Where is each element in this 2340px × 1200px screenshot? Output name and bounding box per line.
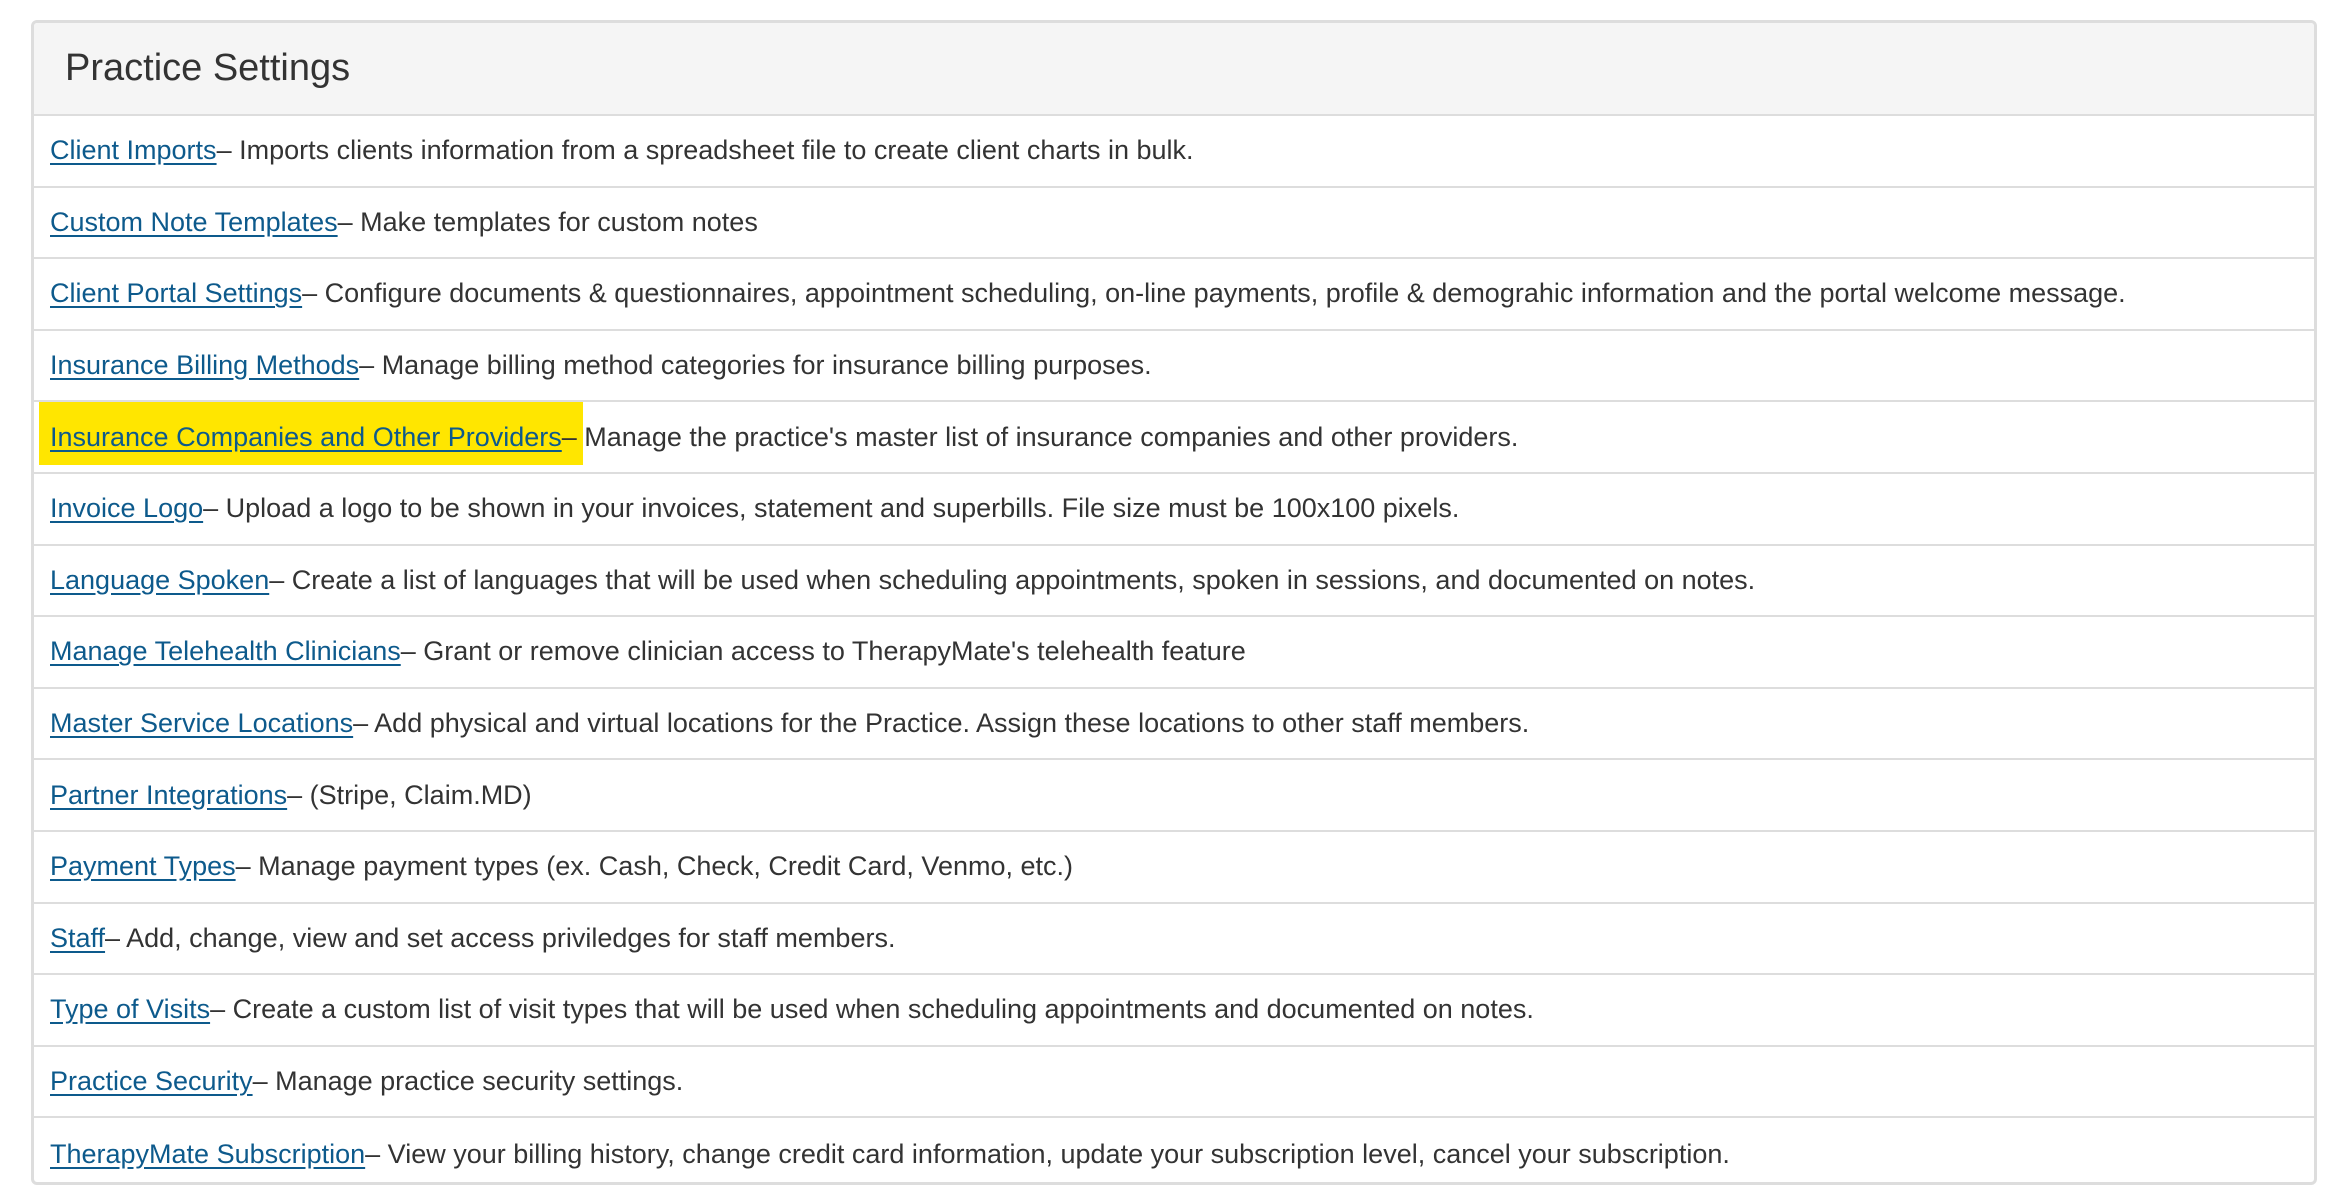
partner-integrations-description: – (Stripe, Claim.MD) — [287, 779, 532, 810]
partner-integrations-link[interactable]: Partner Integrations — [50, 780, 287, 811]
invoice-logo-link[interactable]: Invoice Logo — [50, 493, 203, 524]
panel-heading: Practice Settings — [34, 23, 2314, 116]
settings-list: Client Imports – Imports clients informa… — [34, 116, 2314, 1182]
payment-types-description: – Manage payment types (ex. Cash, Check,… — [235, 851, 1073, 882]
list-item-master-service-locations: Master Service Locations – Add physical … — [34, 689, 2314, 761]
list-item-practice-security: Practice Security – Manage practice secu… — [34, 1047, 2314, 1119]
list-item-staff: Staff – Add, change, view and set access… — [34, 904, 2314, 976]
custom-note-templates-link[interactable]: Custom Note Templates — [50, 207, 338, 238]
language-spoken-link[interactable]: Language Spoken — [50, 565, 269, 596]
insurance-companies-link[interactable]: Insurance Companies and Other Providers — [50, 422, 562, 453]
client-imports-link[interactable]: Client Imports — [50, 135, 217, 166]
list-item-insurance-billing-methods: Insurance Billing Methods – Manage billi… — [34, 331, 2314, 403]
list-item-type-of-visits: Type of Visits – Create a custom list of… — [34, 975, 2314, 1047]
payment-types-link[interactable]: Payment Types — [50, 851, 236, 882]
language-spoken-description: – Create a list of languages that will b… — [269, 564, 1756, 595]
list-item-client-portal-settings: Client Portal Settings – Configure docum… — [34, 259, 2314, 331]
list-item-insurance-companies: Insurance Companies and Other Providers … — [34, 402, 2314, 474]
practice-settings-panel: Practice Settings Client Imports – Impor… — [31, 20, 2317, 1185]
type-of-visits-description: – Create a custom list of visit types th… — [210, 994, 1534, 1025]
list-item-invoice-logo: Invoice Logo – Upload a logo to be shown… — [34, 474, 2314, 546]
client-portal-settings-description: – Configure documents & questionnaires, … — [302, 278, 2126, 309]
practice-security-description: – Manage practice security settings. — [252, 1066, 684, 1097]
client-portal-settings-link[interactable]: Client Portal Settings — [50, 278, 302, 309]
client-imports-description: – Imports clients information from a spr… — [216, 135, 1194, 166]
list-item-client-imports: Client Imports – Imports clients informa… — [34, 116, 2314, 188]
staff-description: – Add, change, view and set access privi… — [105, 922, 896, 953]
list-item-therapymate-subscription: TherapyMate Subscription – View your bil… — [34, 1118, 2314, 1182]
practice-security-link[interactable]: Practice Security — [50, 1066, 253, 1097]
staff-link[interactable]: Staff — [50, 923, 105, 954]
insurance-billing-methods-description: – Manage billing method categories for i… — [359, 350, 1152, 381]
insurance-billing-methods-link[interactable]: Insurance Billing Methods — [50, 350, 359, 381]
telehealth-clinicians-link[interactable]: Manage Telehealth Clinicians — [50, 636, 401, 667]
telehealth-clinicians-description: – Grant or remove clinician access to Th… — [400, 636, 1246, 667]
therapymate-subscription-link[interactable]: TherapyMate Subscription — [50, 1139, 365, 1170]
master-service-locations-description: – Add physical and virtual locations for… — [353, 708, 1530, 739]
list-item-language-spoken: Language Spoken – Create a list of langu… — [34, 546, 2314, 618]
list-item-telehealth-clinicians: Manage Telehealth Clinicians – Grant or … — [34, 617, 2314, 689]
master-service-locations-link[interactable]: Master Service Locations — [50, 708, 353, 739]
page-title: Practice Settings — [65, 47, 351, 89]
therapymate-subscription-description: – View your billing history, change cred… — [365, 1138, 1730, 1169]
list-item-partner-integrations: Partner Integrations – (Stripe, Claim.MD… — [34, 760, 2314, 832]
insurance-companies-description: – Manage the practice's master list of i… — [561, 421, 1519, 452]
list-item-custom-note-templates: Custom Note Templates – Make templates f… — [34, 188, 2314, 260]
invoice-logo-description: – Upload a logo to be shown in your invo… — [203, 493, 1460, 524]
list-item-payment-types: Payment Types – Manage payment types (ex… — [34, 832, 2314, 904]
type-of-visits-link[interactable]: Type of Visits — [50, 994, 210, 1025]
custom-note-templates-description: – Make templates for custom notes — [337, 206, 758, 237]
